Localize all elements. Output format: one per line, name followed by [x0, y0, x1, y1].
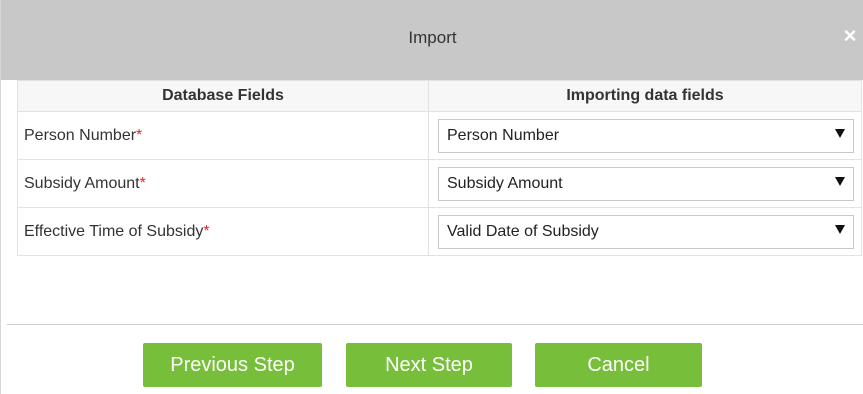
column-header-database-fields: Database Fields [17, 80, 429, 112]
field-select-cell: Person Number [428, 111, 862, 160]
required-mark: * [203, 222, 210, 240]
person-number-select[interactable]: Person Number [438, 118, 854, 153]
field-label: Person Number [24, 126, 137, 144]
close-icon[interactable]: × [840, 24, 860, 48]
table-header-row: Database Fields Importing data fields [17, 80, 862, 112]
dialog-titlebar: Import × [1, 0, 863, 80]
import-dialog: Import × Database Fields Importing data … [0, 0, 863, 394]
selected-value: Valid Date of Subsidy [447, 222, 599, 240]
table-row: Effective Time of Subsidy* Valid Date of… [17, 207, 862, 256]
field-label: Subsidy Amount [24, 174, 140, 192]
field-select-cell: Subsidy Amount [428, 159, 862, 208]
selected-value: Subsidy Amount [447, 174, 563, 192]
caret-down-icon [835, 176, 845, 186]
dialog-body: Database Fields Importing data fields Pe… [7, 80, 863, 324]
table-row: Person Number* Person Number [17, 111, 862, 160]
field-select-cell: Valid Date of Subsidy [428, 207, 862, 256]
field-mapping-table: Database Fields Importing data fields Pe… [17, 80, 862, 256]
required-mark: * [139, 174, 146, 192]
selected-value: Person Number [447, 126, 560, 144]
cancel-button[interactable]: Cancel [535, 343, 702, 387]
effective-time-select[interactable]: Valid Date of Subsidy [438, 214, 854, 249]
subsidy-amount-select[interactable]: Subsidy Amount [438, 166, 854, 201]
next-step-button[interactable]: Next Step [346, 343, 512, 387]
caret-down-icon [835, 128, 845, 138]
field-label-cell: Effective Time of Subsidy* [17, 207, 429, 256]
field-label-cell: Subsidy Amount* [17, 159, 429, 208]
required-mark: * [136, 126, 143, 144]
table-row: Subsidy Amount* Subsidy Amount [17, 159, 862, 208]
column-header-importing-data-fields: Importing data fields [428, 80, 862, 112]
field-label-cell: Person Number* [17, 111, 429, 160]
dialog-footer: Previous Step Next Step Cancel [1, 325, 863, 394]
caret-down-icon [835, 224, 845, 234]
field-label: Effective Time of Subsidy [24, 222, 204, 240]
dialog-title: Import [408, 28, 457, 47]
previous-step-button[interactable]: Previous Step [143, 343, 322, 387]
